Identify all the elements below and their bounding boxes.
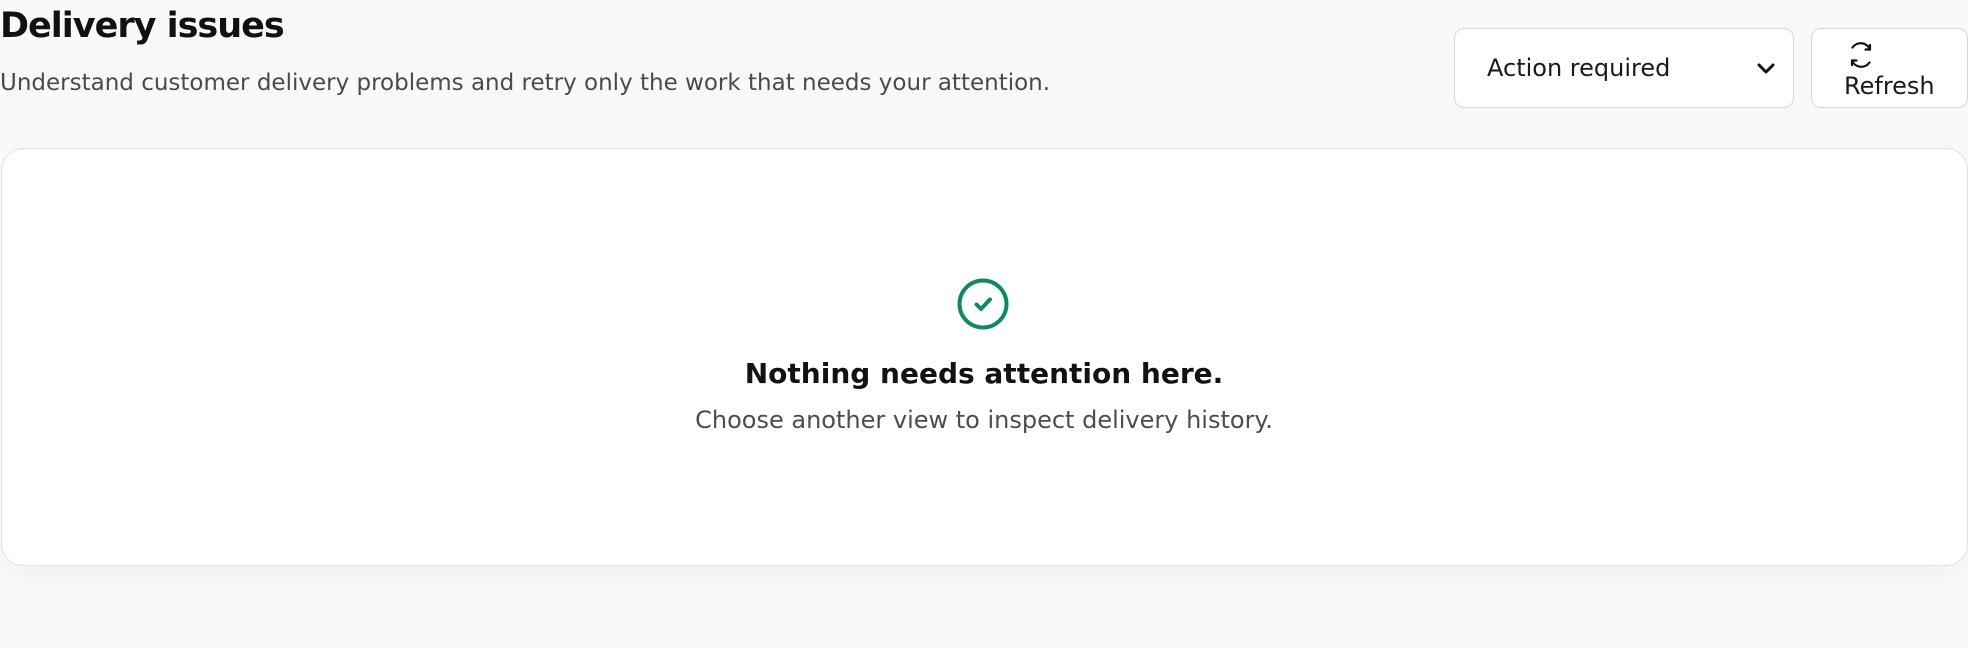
empty-state-description: Choose another view to inspect delivery … bbox=[695, 406, 1273, 434]
empty-state-title: Nothing needs attention here. bbox=[744, 357, 1224, 390]
check-circle-icon bbox=[957, 278, 1009, 330]
refresh-button[interactable]: Refresh bbox=[1811, 28, 1968, 108]
view-filter-selected-value: Action required bbox=[1487, 54, 1671, 82]
page-title: Delivery issues bbox=[0, 6, 285, 46]
refresh-icon bbox=[1845, 39, 1877, 71]
chevron-down-icon bbox=[1755, 57, 1777, 79]
page-subtitle: Understand customer delivery problems an… bbox=[0, 70, 1051, 96]
view-filter-select[interactable]: Action required bbox=[1454, 28, 1794, 108]
refresh-button-label: Refresh bbox=[1844, 72, 1935, 100]
